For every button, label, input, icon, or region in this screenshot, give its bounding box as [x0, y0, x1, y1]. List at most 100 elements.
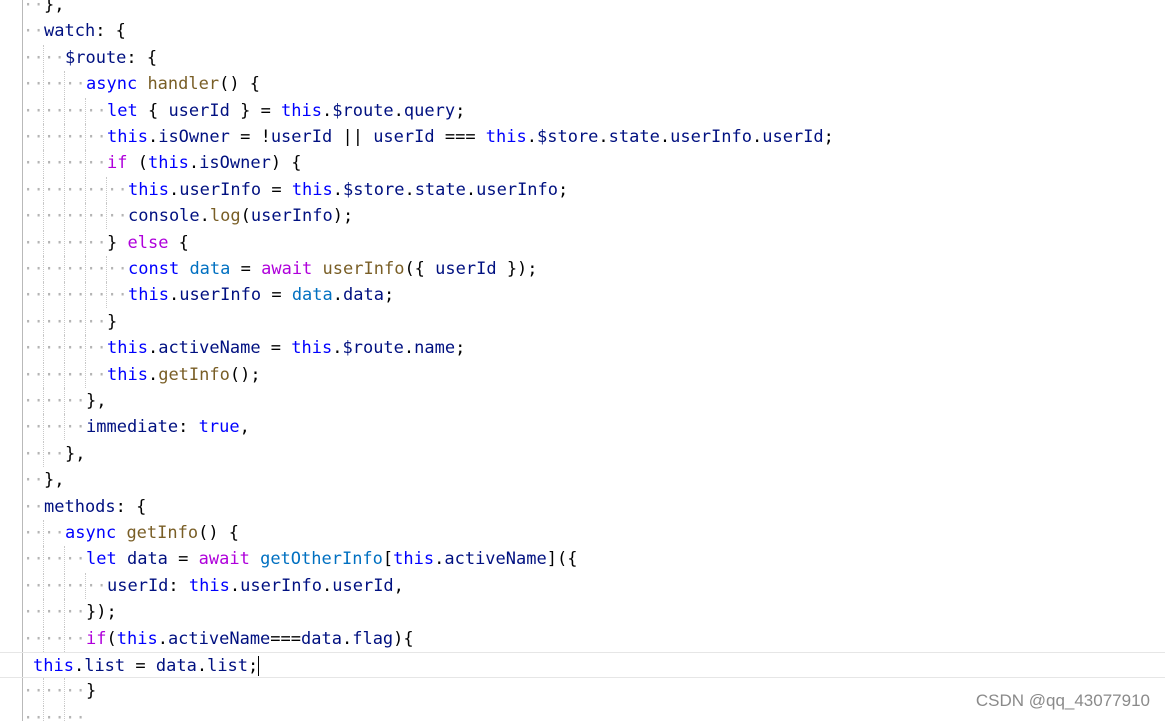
code-text: console.log(userInfo);	[128, 203, 353, 229]
code-token: .	[404, 179, 415, 200]
code-token: this	[107, 127, 148, 147]
code-line[interactable]: · · · · · · · · · · this.userInfo = this.$store.st…	[0, 176, 1165, 203]
code-token: .	[147, 338, 159, 359]
code-token: this	[128, 285, 169, 306]
whitespace-marker: ·	[107, 285, 118, 306]
code-token: ;	[558, 179, 569, 200]
indent-guide	[64, 599, 65, 626]
whitespace-marker: ·	[54, 47, 65, 68]
whitespace-marker: ·	[23, 311, 34, 332]
code-line[interactable]: · · · · $route: {	[0, 44, 1165, 71]
whitespace-marker: ·	[96, 311, 107, 332]
code-line[interactable]: · · · · · · · · · · this.userInfo = data.data;	[0, 282, 1165, 309]
whitespace-marker: ·	[65, 206, 76, 227]
code-line[interactable]: · ·},	[0, 0, 1165, 18]
code-text: let { userId } = this.$route.query;	[107, 98, 465, 124]
code-line[interactable]: · · · · · ·});	[0, 599, 1165, 626]
whitespace-marker: ·	[65, 74, 76, 95]
code-line[interactable]: · · · · · · · · this.isOwner = !userId || userId…	[0, 124, 1165, 150]
code-token: await	[198, 549, 250, 570]
indent-guide	[43, 625, 44, 652]
code-token: state	[414, 179, 466, 200]
indent-guide	[43, 282, 44, 309]
code-line[interactable]: · · · · async getInfo() {	[0, 520, 1165, 546]
code-line[interactable]: · · watch: {	[0, 18, 1165, 44]
code-line[interactable]: · · · · · · immediate: true,	[0, 414, 1165, 441]
code-line[interactable]: · · · · · · · · this.getInfo();	[0, 361, 1165, 388]
code-token: ;	[455, 100, 466, 121]
whitespace-marker: ·	[96, 338, 107, 359]
watermark: CSDN @qq_43077910	[975, 691, 1150, 710]
whitespace-marker: ·	[23, 338, 34, 359]
code-token: {	[137, 100, 169, 121]
whitespace-marker: ·	[65, 179, 76, 200]
code-token: =	[167, 549, 199, 570]
whitespace-marker: ·	[23, 47, 34, 68]
code-line[interactable]: · · · · · · · · · · console.log(userInfo);	[0, 203, 1165, 230]
code-line[interactable]: · · · · · · async handler() {	[0, 71, 1165, 98]
code-token: });	[496, 259, 538, 279]
code-token: =	[260, 338, 292, 359]
code-token: ;	[383, 285, 395, 306]
whitespace-marker: ·	[44, 179, 55, 200]
whitespace-marker: ·	[117, 285, 128, 306]
code-token: this	[128, 179, 169, 200]
whitespace-marker: ·	[44, 602, 55, 623]
code-token: list	[207, 656, 249, 676]
whitespace-marker: ·	[117, 259, 128, 279]
code-token: .	[659, 127, 671, 147]
code-token: [	[382, 549, 394, 570]
indent-guide	[85, 282, 86, 309]
whitespace-marker: ·	[96, 153, 107, 174]
code-text: this.userInfo = this.$store.state.userIn…	[128, 177, 568, 203]
code-line[interactable]: · · · · · · if(this.activeName===data.flag){	[0, 625, 1165, 652]
code-line[interactable]: · · · · · · · ·} else {	[0, 229, 1165, 256]
code-token: .	[393, 100, 404, 121]
code-token: async	[65, 523, 117, 543]
text-cursor	[258, 656, 260, 676]
code-token: $route	[332, 100, 394, 121]
code-line[interactable]: · · · · · ·},	[0, 388, 1165, 414]
code-text: this.activeName = this.$route.name;	[107, 335, 465, 361]
code-line-active[interactable]: this.list = data.list;	[0, 652, 1165, 678]
whitespace-marker: ·	[65, 127, 76, 147]
whitespace-marker: ·	[44, 575, 55, 596]
code-token: isOwner	[199, 153, 271, 174]
code-token: :	[168, 575, 189, 596]
code-text: },	[65, 441, 85, 467]
code-token: this	[33, 656, 74, 676]
whitespace-marker: ·	[65, 259, 76, 279]
whitespace-marker: ·	[65, 311, 76, 332]
code-token: state	[608, 127, 660, 147]
code-token: (	[240, 206, 251, 227]
code-token: isOwner	[158, 127, 230, 147]
code-line[interactable]: · · · · · · · · if (this.isOwner) {	[0, 150, 1165, 177]
whitespace-marker: ·	[44, 628, 55, 649]
code-line[interactable]: · · · · · · · ·}	[0, 308, 1165, 335]
code-token: .	[322, 575, 333, 596]
indent-guide	[43, 176, 44, 203]
indent-guide	[43, 361, 44, 388]
whitespace-marker: ·	[96, 364, 107, 385]
whitespace-marker: ·	[44, 549, 55, 570]
code-line[interactable]: · · · ·},	[0, 440, 1165, 467]
code-line[interactable]: · · · · · · · · userId: this.userInfo.userId,	[0, 572, 1165, 599]
code-token: $route	[65, 47, 127, 68]
indent-guide	[43, 599, 44, 626]
code-token: {	[168, 232, 189, 253]
code-line[interactable]: · ·},	[0, 467, 1165, 493]
code-line[interactable]: · · · · · · · · this.activeName = this.$route.na…	[0, 335, 1165, 362]
whitespace-marker: ·	[44, 47, 55, 68]
code-text: let data = await getOtherInfo[this.activ…	[86, 546, 577, 572]
code-line[interactable]: · · · · · · · · let { userId } = this.$route.que…	[0, 97, 1165, 124]
code-line[interactable]: · · · · · · let data = await getOtherInfo[this…	[0, 546, 1165, 573]
code-line[interactable]: · · · · · · · · · · const data = await userInfo({ …	[0, 256, 1165, 282]
code-line[interactable]: · · methods: {	[0, 494, 1165, 520]
indent-guide	[85, 572, 86, 599]
indent-guide	[64, 282, 65, 309]
code-editor[interactable]: · ·}, · · watch: {· · · · $route: {· · · · · · async h…	[0, 0, 1165, 721]
code-token: .	[196, 656, 208, 676]
whitespace-marker: ·	[86, 206, 97, 227]
code-token: .	[157, 628, 168, 649]
code-token: handler	[147, 74, 220, 95]
